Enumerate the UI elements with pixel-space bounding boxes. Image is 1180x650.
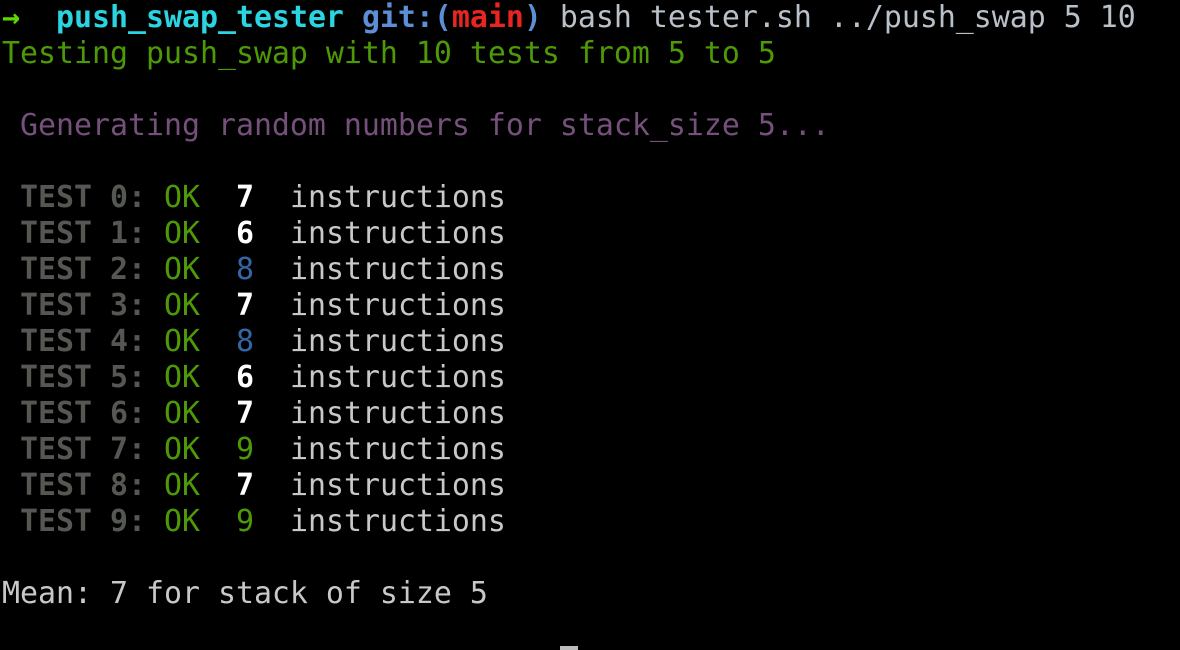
instruction-unit: instructions <box>289 504 506 539</box>
test-result-row: TEST 3: OK 7 instructions <box>2 288 1180 324</box>
test-label: TEST 2: <box>2 252 164 287</box>
instruction-count: 9 <box>235 432 254 467</box>
test-label: TEST 4: <box>2 324 164 359</box>
prompt-line: → push_swap_tester git:(main) bash teste… <box>2 0 1180 36</box>
prompt-arrow-icon: → <box>2 0 20 35</box>
test-status: OK <box>163 396 200 431</box>
test-status: OK <box>163 360 200 395</box>
test-result-row: TEST 1: OK 6 instructions <box>2 216 1180 252</box>
instruction-count: 9 <box>235 504 254 539</box>
test-result-row: TEST 2: OK 8 instructions <box>2 252 1180 288</box>
terminal-output[interactable]: → push_swap_tester git:(main) bash teste… <box>2 0 1180 612</box>
test-result-row: TEST 9: OK 9 instructions <box>2 504 1180 540</box>
mean-line: Mean: 7 for stack of size 5 <box>2 576 488 611</box>
instruction-count: 8 <box>235 252 254 287</box>
instruction-count: 6 <box>235 216 254 251</box>
test-status: OK <box>163 432 200 467</box>
instruction-count: 7 <box>235 180 254 215</box>
test-label: TEST 5: <box>2 360 164 395</box>
test-status: OK <box>163 504 200 539</box>
test-label: TEST 0: <box>2 180 164 215</box>
instruction-unit: instructions <box>289 180 506 215</box>
terminal-cursor <box>560 646 578 650</box>
test-result-row: TEST 6: OK 7 instructions <box>2 396 1180 432</box>
test-label: TEST 7: <box>2 432 164 467</box>
instruction-unit: instructions <box>289 360 506 395</box>
test-result-row: TEST 5: OK 6 instructions <box>2 360 1180 396</box>
test-result-row: TEST 0: OK 7 instructions <box>2 180 1180 216</box>
current-directory: push_swap_tester <box>56 0 344 35</box>
test-result-row: TEST 4: OK 8 instructions <box>2 324 1180 360</box>
instruction-unit: instructions <box>289 252 506 287</box>
instruction-unit: instructions <box>289 324 506 359</box>
test-status: OK <box>163 288 200 323</box>
instruction-count: 8 <box>235 324 254 359</box>
instruction-unit: instructions <box>289 468 506 503</box>
instruction-count: 7 <box>235 468 254 503</box>
test-status: OK <box>163 180 200 215</box>
instruction-unit: instructions <box>289 216 506 251</box>
instruction-unit: instructions <box>289 396 506 431</box>
instruction-unit: instructions <box>289 432 506 467</box>
test-label: TEST 6: <box>2 396 164 431</box>
test-result-row: TEST 7: OK 9 instructions <box>2 432 1180 468</box>
command-text: bash tester.sh ../push_swap 5 10 <box>559 0 1136 35</box>
instruction-unit: instructions <box>289 288 506 323</box>
git-prefix: git:( <box>361 0 452 35</box>
test-label: TEST 9: <box>2 504 164 539</box>
test-label: TEST 8: <box>2 468 164 503</box>
git-suffix: ) <box>523 0 542 35</box>
header-line: Testing push_swap with 10 tests from 5 t… <box>2 36 776 71</box>
test-label: TEST 3: <box>2 288 164 323</box>
test-status: OK <box>163 216 200 251</box>
instruction-count: 7 <box>235 288 254 323</box>
test-status: OK <box>163 468 200 503</box>
test-status: OK <box>163 252 200 287</box>
instruction-count: 6 <box>235 360 254 395</box>
generating-line: Generating random numbers for stack_size… <box>2 108 830 143</box>
instruction-count: 7 <box>235 396 254 431</box>
git-branch: main <box>451 0 524 35</box>
test-result-row: TEST 8: OK 7 instructions <box>2 468 1180 504</box>
test-label: TEST 1: <box>2 216 164 251</box>
test-results: TEST 0: OK 7 instructions TEST 1: OK 6 i… <box>2 180 1180 540</box>
test-status: OK <box>163 324 200 359</box>
